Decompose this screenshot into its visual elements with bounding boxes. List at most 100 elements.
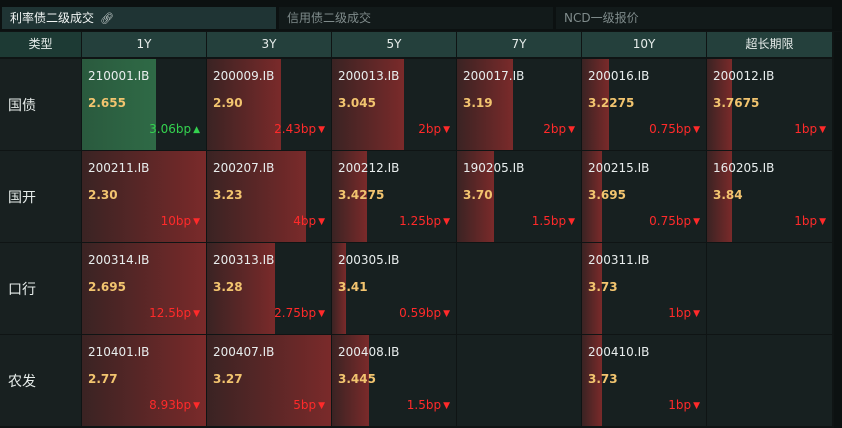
column-header: 10Y [582,32,706,57]
bond-code: 200215.IB [588,161,650,175]
bond-cell[interactable]: 210401.IB 2.77 8.93bp ▼ [82,335,206,426]
bond-yield: 3.445 [338,372,376,386]
yield-change-value: 1bp [794,122,818,136]
arrow-down-icon: ▼ [443,217,450,227]
bond-yield: 3.73 [588,280,618,294]
bond-yield: 3.4275 [338,188,385,202]
yield-change: 1bp ▼ [794,122,826,136]
bond-cell[interactable]: 200017.IB 3.19 2bp ▼ [457,59,581,150]
bond-cell[interactable]: 210001.IB 2.655 3.06bp ▲ [82,59,206,150]
link-icon[interactable]: 🔗︎ [100,8,114,30]
bond-cell[interactable]: 200311.IB 3.73 1bp ▼ [582,243,706,334]
yield-change: 8.93bp ▼ [149,398,200,412]
tab-credit-bond-trades[interactable]: 信用债二级成交 [279,7,553,29]
yield-change-value: 12.5bp [149,306,192,320]
tab-label: 信用债二级成交 [287,11,372,25]
yield-change-value: 1.5bp [531,214,567,228]
arrow-down-icon: ▼ [318,125,325,135]
arrow-down-icon: ▼ [693,125,700,135]
arrow-down-icon: ▼ [819,217,826,227]
bond-cell[interactable]: 200211.IB 2.30 10bp ▼ [82,151,206,242]
arrow-down-icon: ▼ [443,125,450,135]
bond-code: 200207.IB [213,161,275,175]
bond-yield: 3.70 [463,188,493,202]
yield-change-value: 2bp [543,122,567,136]
bond-yield: 2.30 [88,188,118,202]
bond-yield: 2.90 [213,96,243,110]
market-tabs: 利率债二级成交 🔗︎ 信用债二级成交 NCD一级报价 [0,0,842,31]
row-label: 口行 [0,243,81,334]
yield-change: 0.75bp ▼ [649,214,700,228]
row-label: 国债 [0,59,81,150]
yield-change-value: 4bp [293,214,317,228]
bond-yield: 3.045 [338,96,376,110]
yield-change-value: 2.75bp [274,306,317,320]
yield-change-value: 0.75bp [649,214,692,228]
bond-yield: 3.41 [338,280,368,294]
column-header: 5Y [332,32,456,57]
arrow-down-icon: ▼ [693,217,700,227]
arrow-up-icon: ▲ [193,125,200,135]
bond-yield: 3.27 [213,372,243,386]
bond-yield: 3.84 [713,188,743,202]
yield-change: 2bp ▼ [418,122,450,136]
bond-code: 200410.IB [588,345,650,359]
bond-cell[interactable]: 200313.IB 3.28 2.75bp ▼ [207,243,331,334]
column-header: 7Y [457,32,581,57]
bond-code: 200212.IB [338,161,400,175]
arrow-down-icon: ▼ [443,401,450,411]
bond-code: 160205.IB [713,161,775,175]
arrow-down-icon: ▼ [819,125,826,135]
arrow-down-icon: ▼ [318,401,325,411]
bond-cell[interactable]: 200408.IB 3.445 1.5bp ▼ [332,335,456,426]
yield-change-value: 1bp [668,398,692,412]
bond-cell[interactable]: 200009.IB 2.90 2.43bp ▼ [207,59,331,150]
yield-change-value: 8.93bp [149,398,192,412]
vertical-scrollbar[interactable] [834,32,842,428]
empty-cell [707,335,832,426]
bond-code: 200313.IB [213,253,275,267]
yield-change: 10bp ▼ [161,214,200,228]
bond-yield: 2.695 [88,280,126,294]
yield-change: 4bp ▼ [293,214,325,228]
arrow-down-icon: ▼ [193,309,200,319]
bond-cell[interactable]: 200013.IB 3.045 2bp ▼ [332,59,456,150]
tab-rate-bond-trades[interactable]: 利率债二级成交 🔗︎ [2,7,276,29]
yield-change-value: 10bp [160,214,192,228]
bond-code: 200305.IB [338,253,400,267]
yield-change: 2.43bp ▼ [274,122,325,136]
yield-change-value: 1.5bp [406,398,442,412]
bond-cell[interactable]: 200016.IB 3.2275 0.75bp ▼ [582,59,706,150]
bond-yield: 2.655 [88,96,126,110]
bond-cell[interactable]: 200207.IB 3.23 4bp ▼ [207,151,331,242]
yield-change: 2bp ▼ [543,122,575,136]
yield-change-value: 3.06bp [149,122,192,136]
bond-code: 200009.IB [213,69,275,83]
tab-ncd-quotes[interactable]: NCD一级报价 [556,7,832,29]
bond-cell[interactable]: 190205.IB 3.70 1.5bp ▼ [457,151,581,242]
bond-cell[interactable]: 200410.IB 3.73 1bp ▼ [582,335,706,426]
arrow-down-icon: ▼ [693,309,700,319]
tab-label: 利率债二级成交 [10,11,95,25]
bond-cell[interactable]: 200407.IB 3.27 5bp ▼ [207,335,331,426]
yield-change: 1bp ▼ [668,306,700,320]
bond-cell[interactable]: 200314.IB 2.695 12.5bp ▼ [82,243,206,334]
bond-yield: 3.28 [213,280,243,294]
bond-yield: 3.2275 [588,96,635,110]
bond-cell[interactable]: 160205.IB 3.84 1bp ▼ [707,151,832,242]
arrow-down-icon: ▼ [318,217,325,227]
yield-change-value: 5bp [293,398,317,412]
bond-cell[interactable]: 200212.IB 3.4275 1.25bp ▼ [332,151,456,242]
column-header: 3Y [207,32,331,57]
bond-code: 210001.IB [88,69,150,83]
bond-code: 200314.IB [88,253,150,267]
bond-cell[interactable]: 200215.IB 3.695 0.75bp ▼ [582,151,706,242]
bond-cell[interactable]: 200305.IB 3.41 0.59bp ▼ [332,243,456,334]
empty-cell [457,335,581,426]
bond-cell[interactable]: 200012.IB 3.7675 1bp ▼ [707,59,832,150]
yield-change: 12.5bp ▼ [149,306,200,320]
bond-code: 200408.IB [338,345,400,359]
column-header: 超长期限 [707,32,832,57]
yield-change-value: 1bp [794,214,818,228]
bond-yield: 3.73 [588,372,618,386]
